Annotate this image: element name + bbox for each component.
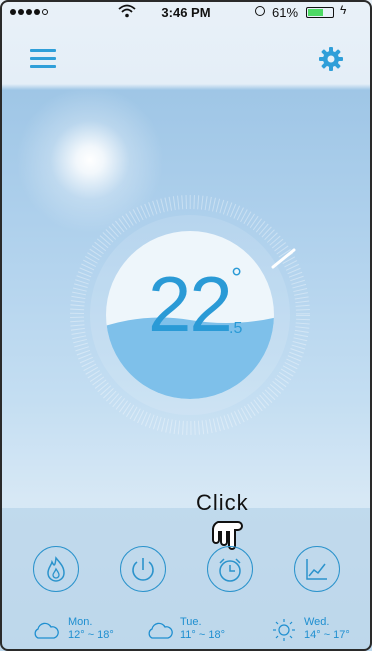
forecast-range: 12° ~ 18° [68,629,114,641]
forecast-day-tue: Tue. 11° ~ 18° [180,616,225,642]
power-icon [132,558,154,581]
forecast-day-wed: Wed. 14° ~ 17° [304,616,350,642]
rotation-lock-icon [255,6,265,16]
battery-percent: 61% [272,5,299,20]
chart-line-icon [306,559,327,580]
settings-button[interactable] [318,46,344,72]
temperature-value: 22 [148,260,233,348]
forecast-day-label: Mon. [68,616,93,628]
menu-button[interactable] [30,48,56,70]
sun-icon [273,619,295,641]
forecast-day-label: Wed. [304,616,330,628]
temperature-degree: ° [231,262,243,293]
battery-icon [306,7,334,18]
alarm-clock-icon [219,558,241,582]
cloud-icon [34,622,59,639]
forecast-day-label: Tue. [180,616,202,628]
charging-icon: ϟ [340,3,347,17]
flame-icon [47,556,65,582]
forecast-range: 14° ~ 17° [304,629,350,641]
power-button[interactable] [120,546,166,592]
heat-mode-button[interactable] [33,546,79,592]
app-screen: 3:46 PM 61% ϟ 22 ° .5 Click Mon. 12° ~ 1… [0,0,372,651]
click-hint-label: Click [196,490,249,515]
status-bar: 3:46 PM 61% ϟ [0,0,372,26]
timer-button[interactable] [207,546,253,592]
cloud-icon [148,622,173,639]
gear-icon [319,47,343,71]
forecast-day-mon: Mon. 12° ~ 18° [68,616,114,642]
forecast-range: 11° ~ 18° [180,629,225,641]
temperature-decimal: .5 [229,320,243,337]
statistics-button[interactable] [294,546,340,592]
